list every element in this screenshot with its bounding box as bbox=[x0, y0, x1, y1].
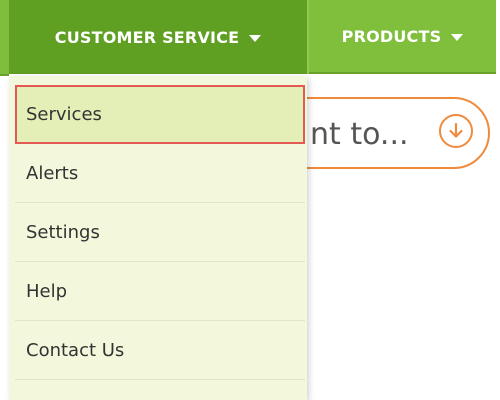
search-field-text: nt to... bbox=[310, 117, 409, 152]
menu-item-label: Help bbox=[26, 280, 68, 302]
arrow-down-circle-icon bbox=[449, 122, 463, 138]
nav-customer-service-label: CUSTOMER SERVICE bbox=[54, 27, 240, 47]
customer-service-dropdown: Services Alerts Settings Help Contact Us bbox=[9, 76, 307, 400]
menu-item-alerts[interactable]: Alerts bbox=[15, 144, 305, 203]
nav-left-edge bbox=[0, 0, 9, 76]
menu-item-help[interactable]: Help bbox=[15, 262, 305, 321]
nav-products-label: PRODUCTS bbox=[341, 26, 442, 46]
menu-item-label: Contact Us bbox=[26, 339, 125, 361]
page: CUSTOMER SERVICE PRODUCTS nt to... Servi… bbox=[0, 0, 500, 400]
menu-item-label: Services bbox=[26, 104, 102, 125]
menu-item-label: Alerts bbox=[26, 162, 79, 184]
chevron-down-icon bbox=[451, 33, 464, 41]
nav-customer-service[interactable]: CUSTOMER SERVICE bbox=[9, 0, 307, 74]
nav-products[interactable]: PRODUCTS bbox=[309, 0, 496, 74]
search-go-button[interactable] bbox=[439, 114, 473, 148]
menu-item-label: Settings bbox=[26, 221, 100, 243]
top-nav: CUSTOMER SERVICE PRODUCTS bbox=[0, 0, 500, 76]
menu-item-contact-us[interactable]: Contact Us bbox=[15, 321, 305, 380]
menu-item-settings[interactable]: Settings bbox=[15, 203, 305, 262]
menu-item-services[interactable]: Services bbox=[15, 85, 305, 144]
chevron-down-icon bbox=[249, 34, 262, 42]
